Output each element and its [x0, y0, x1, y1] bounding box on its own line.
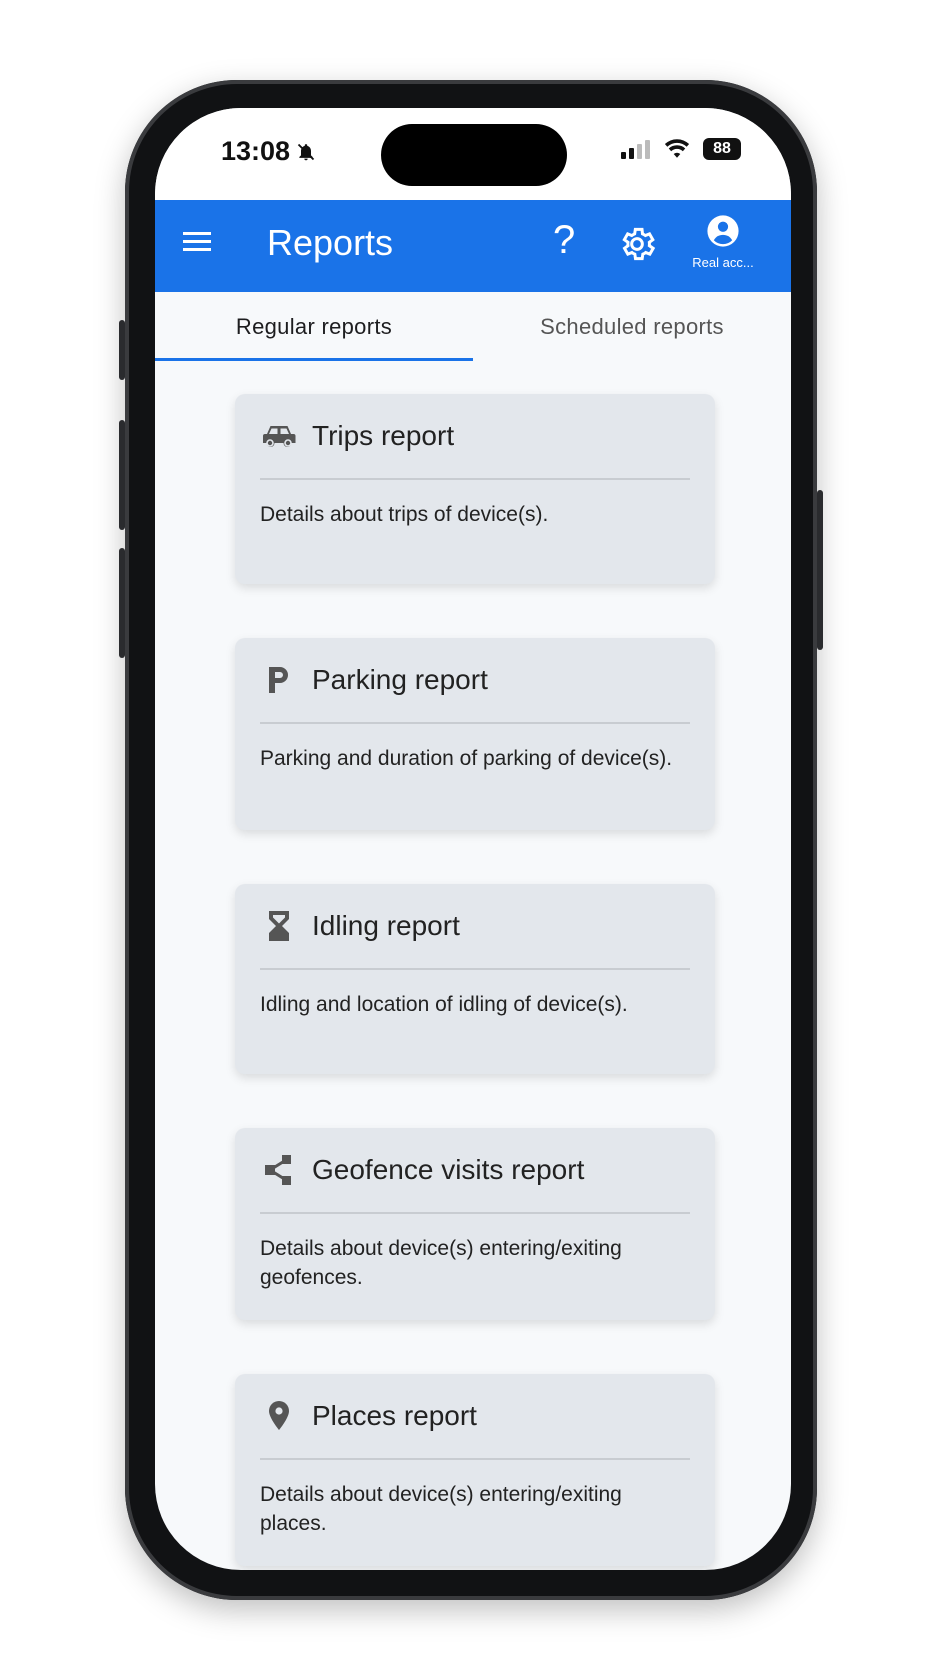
report-card-idling[interactable]: Idling report Idling and location of idl…: [235, 884, 715, 1074]
clock-text: 13:08: [221, 136, 291, 166]
tab-indicator: [155, 358, 473, 361]
card-title: Trips report: [312, 420, 455, 451]
dynamic-island: [381, 124, 567, 186]
report-card-geofence-visits[interactable]: Geofence visits report Details about dev…: [235, 1128, 715, 1320]
menu-icon[interactable]: [183, 230, 211, 252]
card-header: Parking report: [260, 638, 690, 724]
power-button: [817, 490, 823, 650]
card-header: Idling report: [260, 884, 690, 970]
card-description: Idling and location of idling of device(…: [260, 993, 628, 1016]
card-description: Details about device(s) entering/exiting…: [260, 1483, 622, 1535]
card-title: Geofence visits report: [312, 1154, 585, 1185]
report-card-places[interactable]: Places report Details about device(s) en…: [235, 1374, 715, 1566]
page-title: Reports: [267, 222, 394, 263]
battery-icon: 88: [703, 138, 741, 160]
volume-up-button: [119, 420, 125, 530]
gear-icon[interactable]: [617, 224, 657, 264]
place-icon: [260, 1397, 298, 1435]
report-list: Trips report Details about trips of devi…: [235, 394, 715, 1570]
card-header: Trips report: [260, 394, 690, 480]
screen: 13:08 88 Reports ? Real acc... Regular r…: [155, 108, 791, 1570]
card-header: Geofence visits report: [260, 1128, 690, 1214]
status-bar: 13:08 88: [155, 108, 791, 200]
card-description: Details about device(s) entering/exiting…: [260, 1237, 622, 1289]
tab-bar: Regular reports Scheduled reports: [155, 292, 791, 362]
app-bar: Reports ? Real acc...: [155, 200, 791, 292]
volume-down-button: [119, 548, 125, 658]
account-label: Real acc...: [692, 255, 754, 270]
tab-regular-reports[interactable]: Regular reports: [155, 292, 473, 362]
status-time: 13:08: [221, 136, 316, 167]
wifi-icon: [664, 139, 690, 158]
account-button[interactable]: Real acc...: [681, 214, 765, 270]
card-description: Parking and duration of parking of devic…: [260, 747, 673, 770]
card-title: Idling report: [312, 910, 460, 941]
card-title: Parking report: [312, 664, 488, 695]
account-icon: [707, 215, 739, 247]
card-description: Details about trips of device(s).: [260, 503, 549, 526]
bell-off-icon: [297, 143, 315, 160]
status-indicators: 88: [621, 138, 741, 160]
hourglass-icon: [260, 907, 298, 945]
report-card-trips[interactable]: Trips report Details about trips of devi…: [235, 394, 715, 584]
car-icon: [260, 417, 298, 455]
report-card-parking[interactable]: Parking report Parking and duration of p…: [235, 638, 715, 830]
signal-icon: [621, 140, 650, 159]
mute-switch: [119, 320, 125, 380]
help-icon[interactable]: ?: [553, 218, 575, 263]
share-icon: [260, 1151, 298, 1189]
parking-icon: [260, 661, 298, 699]
tab-scheduled-reports[interactable]: Scheduled reports: [473, 292, 791, 362]
card-title: Places report: [312, 1400, 477, 1431]
card-header: Places report: [260, 1374, 690, 1460]
